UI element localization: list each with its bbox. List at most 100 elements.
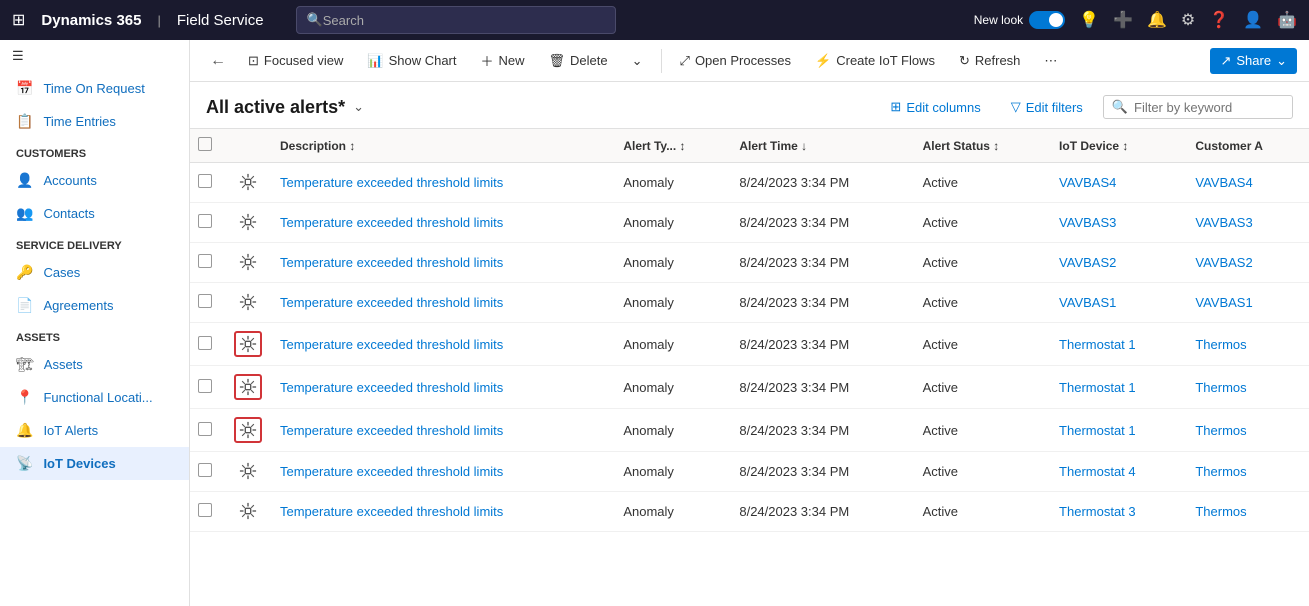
description-link[interactable]: Temperature exceeded threshold limits — [280, 255, 503, 270]
description-link[interactable]: Temperature exceeded threshold limits — [280, 295, 503, 310]
col-alert-type[interactable]: Alert Ty... ↕ — [613, 129, 729, 163]
user-icon[interactable]: 👤 — [1243, 10, 1263, 30]
edit-filters-button[interactable]: ▽ Edit filters — [1001, 94, 1093, 120]
search-input[interactable] — [323, 13, 605, 28]
row-checkbox[interactable] — [198, 379, 212, 393]
sidebar-item-agreements[interactable]: 📄 Agreements — [0, 289, 189, 322]
iot-device-link[interactable]: VAVBAS3 — [1059, 215, 1116, 230]
col-alert-time[interactable]: Alert Time ↓ — [729, 129, 912, 163]
sidebar-item-accounts[interactable]: 👤 Accounts — [0, 164, 189, 197]
row-checkbox[interactable] — [198, 422, 212, 436]
chevron-dropdown-button[interactable]: ⌄ — [622, 48, 653, 74]
waffle-icon[interactable]: ⊞ — [12, 10, 25, 30]
toolbar-separator-1 — [661, 49, 662, 73]
sidebar-label-time-entries: Time Entries — [43, 114, 115, 129]
alert-status-cell: Active — [913, 492, 1049, 532]
row-checkbox[interactable] — [198, 174, 212, 188]
sidebar-item-time-entries[interactable]: 📋 Time Entries — [0, 105, 189, 138]
customer-account-link[interactable]: Thermos — [1195, 337, 1246, 352]
customer-account-link[interactable]: VAVBAS3 — [1195, 215, 1252, 230]
copilot-icon[interactable]: 🤖 — [1277, 10, 1297, 30]
alert-status-cell: Active — [913, 203, 1049, 243]
open-processes-button[interactable]: ⤢ Open Processes — [670, 48, 802, 74]
new-label: New — [499, 53, 525, 68]
grid-title-chevron[interactable]: ⌄ — [353, 99, 364, 115]
new-look-switch[interactable] — [1029, 11, 1065, 29]
row-checkbox[interactable] — [198, 214, 212, 228]
row-checkbox[interactable] — [198, 336, 212, 350]
settings-icon[interactable]: ⚙ — [1181, 10, 1195, 30]
sidebar-item-iot-devices[interactable]: 📡 IoT Devices — [0, 447, 189, 480]
new-look-toggle[interactable]: New look — [974, 11, 1065, 29]
filter-input-wrap[interactable]: 🔍 — [1103, 95, 1293, 119]
description-link[interactable]: Temperature exceeded threshold limits — [280, 337, 503, 352]
customer-account-link[interactable]: Thermos — [1195, 423, 1246, 438]
sidebar-item-functional-locations[interactable]: 📍 Functional Locati... — [0, 381, 189, 414]
focused-view-button[interactable]: ⊡ Focused view — [238, 48, 353, 74]
search-box[interactable]: 🔍 — [296, 6, 616, 34]
show-chart-button[interactable]: 📊 Show Chart — [357, 48, 466, 74]
description-link[interactable]: Temperature exceeded threshold limits — [280, 464, 503, 479]
iot-device-link[interactable]: Thermostat 3 — [1059, 504, 1136, 519]
iot-device-link[interactable]: VAVBAS1 — [1059, 295, 1116, 310]
sidebar-item-assets[interactable]: 🏗 Assets — [0, 348, 189, 381]
delete-button[interactable]: 🗑 Delete — [539, 48, 618, 74]
col-description[interactable]: Description ↕ — [270, 129, 613, 163]
alert-time-cell: 8/24/2023 3:34 PM — [729, 409, 912, 452]
col-iot-device[interactable]: IoT Device ↕ — [1049, 129, 1185, 163]
iot-node-icon — [234, 417, 262, 443]
focused-view-label: Focused view — [264, 53, 343, 68]
toolbar: ← ⊡ Focused view 📊 Show Chart ＋ New 🗑 De… — [190, 40, 1309, 82]
customer-account-link[interactable]: VAVBAS1 — [1195, 295, 1252, 310]
iot-device-link[interactable]: Thermostat 1 — [1059, 380, 1136, 395]
calendar-icon: 📅 — [16, 80, 33, 97]
more-button[interactable]: ⋯ — [1034, 48, 1067, 74]
iot-device-link[interactable]: Thermostat 1 — [1059, 423, 1136, 438]
brand-label: Dynamics 365 — [41, 12, 141, 29]
customer-account-link[interactable]: Thermos — [1195, 504, 1246, 519]
sidebar-item-time-on-request[interactable]: 📅 Time On Request — [0, 72, 189, 105]
edit-columns-button[interactable]: ⊞ Edit columns — [880, 94, 990, 120]
create-iot-flows-button[interactable]: ⚡ Create IoT Flows — [805, 48, 945, 74]
help-icon[interactable]: ❓ — [1209, 10, 1229, 30]
iot-device-link[interactable]: Thermostat 1 — [1059, 337, 1136, 352]
header-actions: ⊞ Edit columns ▽ Edit filters 🔍 — [880, 94, 1293, 120]
customer-account-link[interactable]: Thermos — [1195, 464, 1246, 479]
table-body: Temperature exceeded threshold limits Ano… — [190, 163, 1309, 532]
customer-account-link[interactable]: Thermos — [1195, 380, 1246, 395]
sidebar-hamburger[interactable]: ☰ — [0, 40, 189, 72]
description-link[interactable]: Temperature exceeded threshold limits — [280, 504, 503, 519]
row-checkbox[interactable] — [198, 503, 212, 517]
sidebar-item-cases[interactable]: 🔑 Cases — [0, 256, 189, 289]
row-checkbox[interactable] — [198, 294, 212, 308]
sidebar-item-iot-alerts[interactable]: 🔔 IoT Alerts — [0, 414, 189, 447]
new-button[interactable]: ＋ New — [471, 46, 535, 75]
col-alert-status[interactable]: Alert Status ↕ — [913, 129, 1049, 163]
row-checkbox[interactable] — [198, 254, 212, 268]
description-link[interactable]: Temperature exceeded threshold limits — [280, 175, 503, 190]
col-customer-account[interactable]: Customer A — [1185, 129, 1309, 163]
filter-keyword-input[interactable] — [1134, 100, 1284, 115]
alert-type-cell: Anomaly — [613, 203, 729, 243]
back-button[interactable]: ← — [202, 47, 234, 75]
bell-icon[interactable]: 🔔 — [1147, 10, 1167, 30]
col-checkbox[interactable] — [190, 129, 226, 163]
customer-account-link[interactable]: VAVBAS2 — [1195, 255, 1252, 270]
alert-time-cell: 8/24/2023 3:34 PM — [729, 492, 912, 532]
lightbulb-icon[interactable]: 💡 — [1079, 10, 1099, 30]
sidebar-label-cases: Cases — [43, 265, 80, 280]
iot-device-link[interactable]: VAVBAS2 — [1059, 255, 1116, 270]
select-all-checkbox[interactable] — [198, 137, 212, 151]
row-checkbox[interactable] — [198, 463, 212, 477]
sidebar-label-iot-devices: IoT Devices — [43, 456, 115, 471]
description-link[interactable]: Temperature exceeded threshold limits — [280, 215, 503, 230]
description-link[interactable]: Temperature exceeded threshold limits — [280, 380, 503, 395]
plus-icon[interactable]: ➕ — [1113, 10, 1133, 30]
share-button[interactable]: ↗ Share ⌄ — [1210, 48, 1297, 74]
iot-device-link[interactable]: VAVBAS4 — [1059, 175, 1116, 190]
sidebar-item-contacts[interactable]: 👥 Contacts — [0, 197, 189, 230]
description-link[interactable]: Temperature exceeded threshold limits — [280, 423, 503, 438]
refresh-button[interactable]: ↻ Refresh — [949, 48, 1030, 74]
iot-device-link[interactable]: Thermostat 4 — [1059, 464, 1136, 479]
customer-account-link[interactable]: VAVBAS4 — [1195, 175, 1252, 190]
